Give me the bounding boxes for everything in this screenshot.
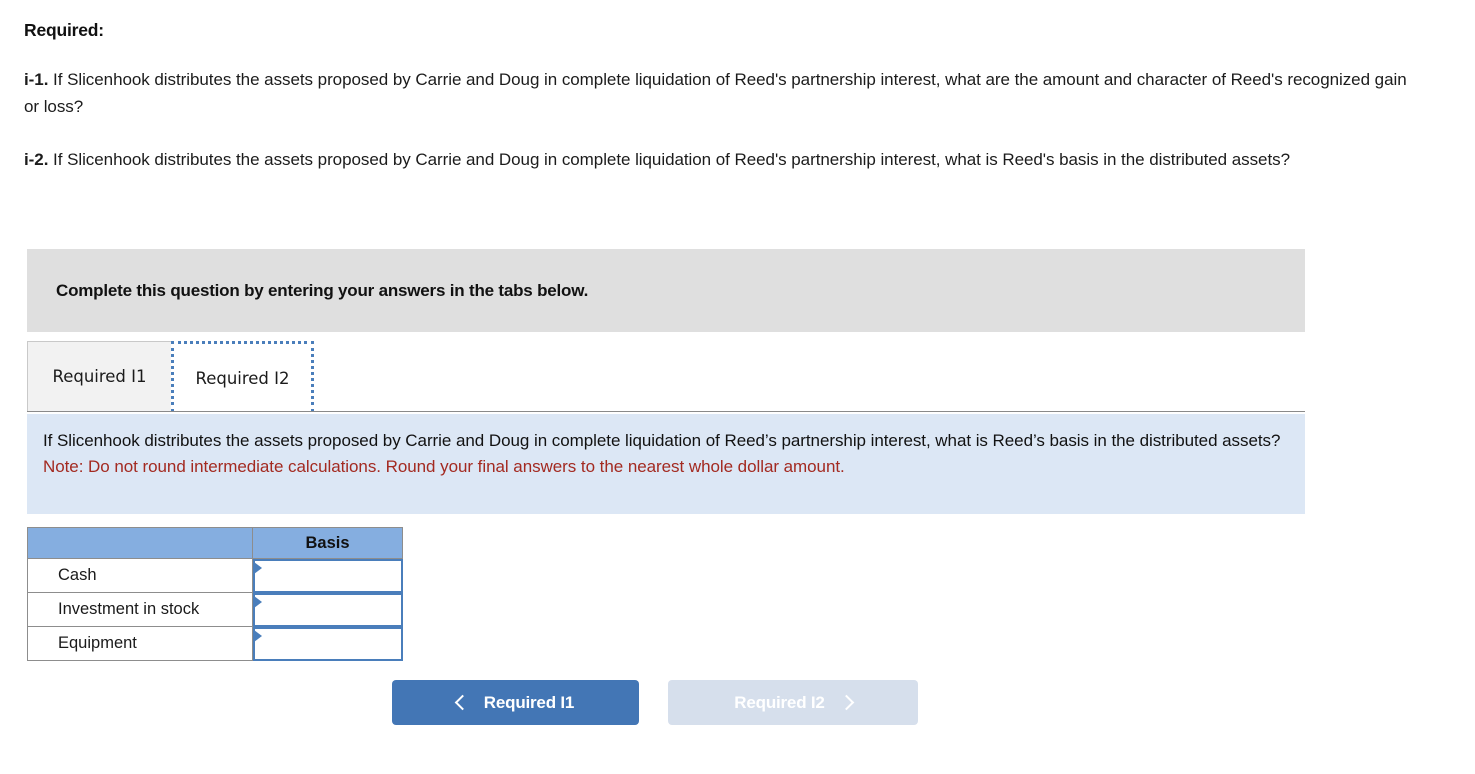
tab-required-i2-label: Required I2	[195, 368, 290, 388]
row-label-investment-in-stock: Investment in stock	[27, 592, 253, 627]
required-intro: Required: i-1. If Slicenhook distributes…	[0, 0, 1475, 174]
tab-required-i1-label: Required I1	[52, 367, 147, 386]
row-input-cell-investment-in-stock	[252, 592, 403, 627]
row-label-cash: Cash	[27, 558, 253, 593]
tab-strip-divider	[27, 411, 1305, 412]
row-label-equipment: Equipment	[27, 626, 253, 661]
requirement-i1-label: i-1.	[24, 70, 49, 89]
requirement-i2-text: If Slicenhook distributes the assets pro…	[48, 149, 1290, 169]
requirement-i2-label: i-2.	[24, 149, 49, 169]
table-row: Equipment	[27, 626, 403, 661]
chevron-left-icon	[454, 694, 471, 711]
requirement-i1: i-1. If Slicenhook distributes the asset…	[24, 67, 1414, 121]
table-header-basis: Basis	[252, 527, 403, 559]
page-title: Required:	[24, 20, 104, 40]
prev-required-i1-button[interactable]: Required I1	[392, 680, 639, 725]
row-input-cell-equipment	[252, 626, 403, 661]
next-required-i2-button[interactable]: Required I2	[668, 680, 918, 725]
next-required-i2-label: Required I2	[734, 692, 825, 712]
question-note: Note: Do not round intermediate calculat…	[43, 457, 845, 477]
table-row: Cash	[27, 558, 403, 593]
question-text: If Slicenhook distributes the assets pro…	[43, 431, 1281, 450]
table-header-row: Basis	[27, 527, 403, 559]
answer-table: Basis Cash Investment in stock Equipment	[27, 527, 403, 661]
chevron-right-icon	[838, 694, 854, 711]
prev-required-i1-label: Required I1	[483, 692, 575, 712]
row-input-cell-cash	[252, 558, 403, 593]
navigation-buttons: Required I1 Required I2	[392, 680, 918, 725]
table-header-blank	[27, 527, 253, 559]
question-panel: If Slicenhook distributes the assets pro…	[27, 414, 1305, 514]
basis-input-investment-in-stock[interactable]	[253, 593, 403, 627]
requirement-i2: i-2. If Slicenhook distributes the asset…	[24, 147, 1414, 174]
question-page: Required: i-1. If Slicenhook distributes…	[0, 0, 1475, 774]
requirement-i1-text: If Slicenhook distributes the assets pro…	[24, 70, 1407, 116]
instruction-banner-text: Complete this question by entering your …	[56, 280, 589, 300]
tab-required-i2[interactable]: Required I2	[171, 341, 314, 412]
table-row: Investment in stock	[27, 592, 403, 627]
tab-strip: Required I1 Required I2	[27, 341, 1305, 413]
basis-input-cash[interactable]	[253, 559, 403, 593]
basis-input-equipment[interactable]	[253, 627, 403, 661]
instruction-banner: Complete this question by entering your …	[27, 249, 1305, 332]
tab-required-i1[interactable]: Required I1	[27, 341, 172, 412]
